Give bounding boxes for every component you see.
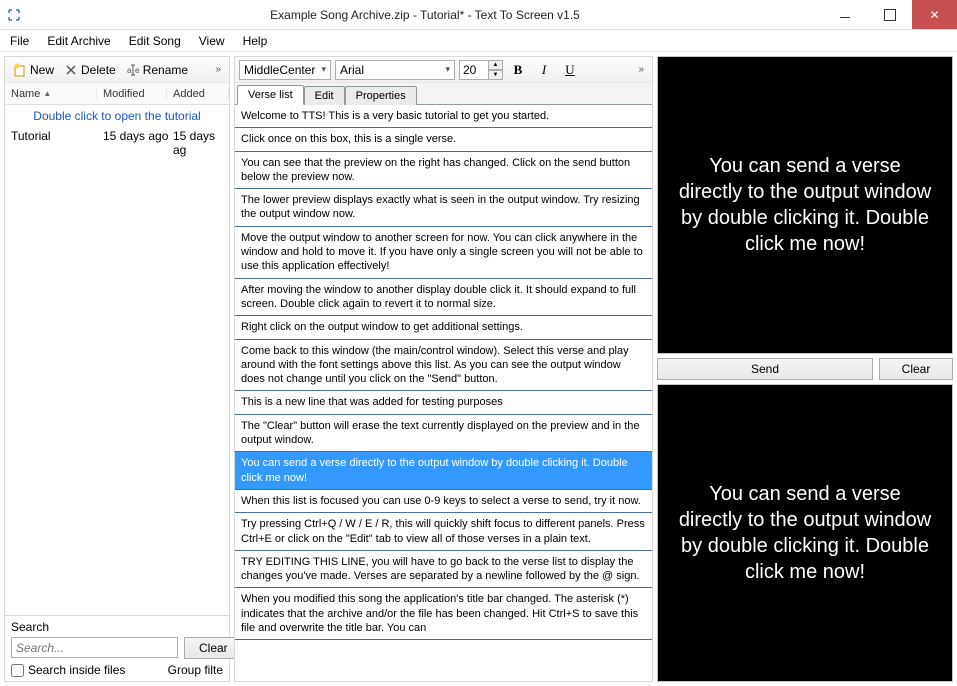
menubar: File Edit Archive Edit Song View Help [0,30,957,52]
rename-button[interactable]: ae Rename [122,61,192,79]
svg-text:e: e [135,66,140,75]
verse-item[interactable]: The lower preview displays exactly what … [235,189,652,227]
verse-item[interactable]: This is a new line that was added for te… [235,391,652,414]
menu-edit-song[interactable]: Edit Song [129,34,181,48]
font-toolbar: MiddleCenter Arial ▲▼ B I U » [235,57,652,83]
verse-item[interactable]: Click once on this box, this is a single… [235,128,652,151]
menu-edit-archive[interactable]: Edit Archive [47,34,110,48]
tab-properties[interactable]: Properties [345,86,417,105]
verse-item[interactable]: Come back to this window (the main/contr… [235,340,652,392]
alignment-select[interactable]: MiddleCenter [239,60,331,80]
italic-button[interactable]: I [533,60,555,80]
archive-toolbar: New Delete ae Rename » [5,57,229,83]
system-icon[interactable] [0,0,28,30]
font-size-spinner[interactable]: ▲▼ [459,60,503,80]
search-label: Search [11,620,223,634]
tab-verse-list[interactable]: Verse list [237,85,304,105]
col-added[interactable]: Added [167,88,229,100]
col-name[interactable]: Name▲ [5,88,97,100]
minimize-button[interactable] [822,0,867,29]
verse-item[interactable]: When this list is focused you can use 0-… [235,490,652,513]
svg-text:a: a [127,66,132,75]
delete-button[interactable]: Delete [60,61,120,79]
verse-item[interactable]: Try pressing Ctrl+Q / W / E / R, this wi… [235,513,652,551]
new-button[interactable]: New [9,61,58,79]
font-size-input[interactable] [459,60,489,80]
window-title: Example Song Archive.zip - Tutorial* - T… [28,8,822,22]
bold-button[interactable]: B [507,60,529,80]
verse-list[interactable]: Welcome to TTS! This is a very basic tut… [235,105,652,681]
verse-item[interactable]: Move the output window to another screen… [235,227,652,279]
font-select[interactable]: Arial [335,60,455,80]
archive-row[interactable]: Tutorial 15 days ago 15 days ag [5,127,229,159]
underline-button[interactable]: U [559,60,581,80]
preview-panel: You can send a verse directly to the out… [657,56,953,682]
search-input[interactable] [11,637,178,658]
font-toolbar-overflow-icon[interactable]: » [634,64,648,75]
size-down-icon[interactable]: ▼ [489,70,503,80]
menu-help[interactable]: Help [243,34,268,48]
editor-panel: MiddleCenter Arial ▲▼ B I U » Verse list… [234,56,653,682]
archive-columns: Name▲ Modified Added [5,83,229,105]
archive-list[interactable]: Double click to open the tutorial Tutori… [5,105,229,615]
close-button[interactable] [912,0,957,29]
verse-item[interactable]: Welcome to TTS! This is a very basic tut… [235,105,652,128]
verse-item[interactable]: You can send a verse directly to the out… [235,452,652,490]
verse-item[interactable]: The "Clear" button will erase the text c… [235,415,652,453]
verse-item[interactable]: When you modified this song the applicat… [235,588,652,640]
editor-tabs: Verse list Edit Properties [235,83,652,105]
verse-item[interactable]: After moving the window to another displ… [235,279,652,317]
tutorial-hint: Double click to open the tutorial [5,105,229,127]
verse-item[interactable]: Right click on the output window to get … [235,316,652,339]
size-up-icon[interactable]: ▲ [489,60,503,70]
group-filter-link[interactable]: Group filte [168,663,223,677]
tab-edit[interactable]: Edit [304,86,345,105]
preview-bottom[interactable]: You can send a verse directly to the out… [657,384,953,682]
verse-item[interactable]: TRY EDITING THIS LINE, you will have to … [235,551,652,589]
send-button[interactable]: Send [657,358,873,380]
toolbar-overflow-icon[interactable]: » [211,64,225,75]
titlebar: Example Song Archive.zip - Tutorial* - T… [0,0,957,30]
col-modified[interactable]: Modified [97,88,167,100]
clear-button[interactable]: Clear [879,358,953,380]
verse-item[interactable]: You can see that the preview on the righ… [235,152,652,190]
search-inside-checkbox[interactable]: Search inside files [11,663,125,677]
preview-top[interactable]: You can send a verse directly to the out… [657,56,953,354]
search-section: Search Clear Search inside files Group f… [5,615,229,681]
archive-panel: New Delete ae Rename » Name▲ Modified Ad… [4,56,230,682]
menu-file[interactable]: File [10,34,29,48]
sort-asc-icon: ▲ [43,89,51,98]
menu-view[interactable]: View [199,34,225,48]
maximize-button[interactable] [867,0,912,29]
